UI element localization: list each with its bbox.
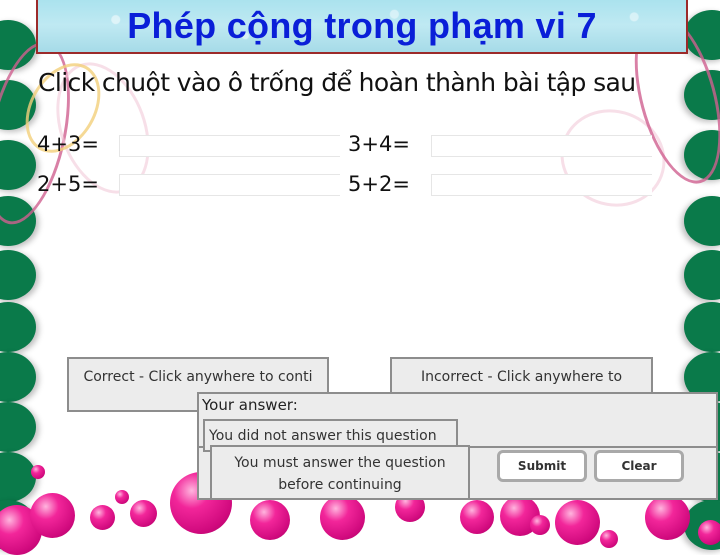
bubble-decoration xyxy=(460,500,494,534)
answer-input[interactable] xyxy=(431,135,652,157)
bubble-decoration xyxy=(130,500,157,527)
bubble-decoration xyxy=(250,500,290,540)
title-banner: Phép cộng trong phạm vi 7 xyxy=(36,0,688,54)
exercise-label: 5+2= xyxy=(348,172,410,196)
exercise-label: 3+4= xyxy=(348,132,410,156)
bubble-decoration xyxy=(31,465,45,479)
bubble-decoration xyxy=(90,505,115,530)
bubble-decoration xyxy=(698,520,720,545)
answer-input[interactable] xyxy=(431,174,652,196)
bubble-decoration xyxy=(645,495,690,540)
instruction-text: Click chuột vào ô trống để hoàn thành bà… xyxy=(38,68,636,97)
your-answer-label: Your answer: xyxy=(202,396,298,414)
bubble-decoration xyxy=(115,490,129,504)
bubble-decoration xyxy=(530,515,550,535)
incorrect-feedback-text: Incorrect - Click anywhere to xyxy=(420,369,623,385)
submit-button[interactable]: Submit xyxy=(497,450,587,482)
correct-feedback-text: Correct - Click anywhere to conti xyxy=(83,369,313,385)
answer-input[interactable] xyxy=(119,174,340,196)
answer-input[interactable] xyxy=(119,135,340,157)
must-answer-line2: before continuing xyxy=(278,477,402,493)
exercise-label: 2+5= xyxy=(37,172,99,196)
clear-button[interactable]: Clear xyxy=(594,450,684,482)
bubble-decoration xyxy=(30,493,75,538)
bubble-decoration xyxy=(555,500,600,545)
page-title: Phép cộng trong phạm vi 7 xyxy=(127,5,597,46)
exercise-label: 4+3= xyxy=(37,132,99,156)
must-answer-message: You must answer the question before cont… xyxy=(210,445,470,500)
must-answer-line1: You must answer the question xyxy=(234,455,446,471)
bubble-decoration xyxy=(320,495,365,540)
bubble-decoration xyxy=(600,530,618,548)
not-answered-text: You did not answer this question xyxy=(209,428,437,444)
